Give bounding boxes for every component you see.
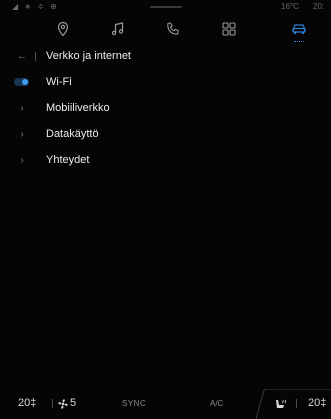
- right-temperature[interactable]: 20‡: [308, 397, 326, 409]
- chevron-right-icon: ›: [20, 128, 24, 140]
- nav-media[interactable]: [98, 14, 138, 44]
- page-title: Verkko ja internet: [46, 50, 131, 62]
- location-pin-icon: [57, 21, 69, 37]
- climate-bar: 20‡ 5 SYNC A/C 20‡: [0, 387, 331, 419]
- settings-menu: ← Verkko ja internet Wi-Fi › Mobiiliverk…: [0, 43, 331, 173]
- sync-button[interactable]: SYNC: [122, 399, 146, 408]
- menu-item-label: Wi-Fi: [46, 76, 72, 88]
- nav-apps[interactable]: [209, 14, 249, 44]
- nav-navigation[interactable]: [43, 14, 83, 44]
- nav-vehicle[interactable]: [279, 14, 319, 44]
- chevron-right-icon: ›: [20, 102, 24, 114]
- signal-icons: ◢ ∗ ≑ ⊕: [12, 2, 59, 11]
- nav-phone[interactable]: [153, 14, 193, 44]
- phone-icon: [167, 22, 179, 35]
- menu-item-label: Datakäyttö: [46, 128, 99, 140]
- fan-level[interactable]: 5: [70, 397, 76, 409]
- music-note-icon: [111, 22, 124, 36]
- top-navigation: [0, 14, 331, 44]
- menu-item-connections[interactable]: › Yhteydet: [0, 147, 331, 173]
- menu-item-mobile-network[interactable]: › Mobiiliverkko: [0, 95, 331, 121]
- divider: [296, 399, 297, 408]
- menu-item-label: Mobiiliverkko: [46, 102, 110, 114]
- menu-header[interactable]: ← Verkko ja internet: [0, 43, 331, 69]
- fan-icon[interactable]: [57, 398, 69, 410]
- outside-temperature: 16°C: [281, 2, 299, 11]
- status-bar: ◢ ∗ ≑ ⊕ 16°C 20:: [0, 0, 331, 14]
- left-temperature[interactable]: 20‡: [18, 397, 36, 409]
- car-icon: [292, 24, 306, 34]
- back-arrow-icon[interactable]: ←: [15, 49, 29, 63]
- toggle-knob: [22, 79, 28, 85]
- grid-icon: [222, 22, 236, 36]
- divider: [52, 399, 53, 408]
- ac-button[interactable]: A/C: [210, 399, 223, 408]
- clock: 20:: [313, 2, 325, 11]
- wifi-toggle[interactable]: [14, 78, 29, 86]
- menu-item-data-usage[interactable]: › Datakäyttö: [0, 121, 331, 147]
- divider: [35, 52, 36, 61]
- chevron-right-icon: ›: [20, 154, 24, 166]
- menu-item-label: Yhteydet: [46, 154, 90, 166]
- seat-heat-icon[interactable]: [274, 398, 288, 410]
- pull-down-handle[interactable]: [150, 6, 182, 8]
- menu-item-wifi[interactable]: Wi-Fi: [0, 69, 331, 95]
